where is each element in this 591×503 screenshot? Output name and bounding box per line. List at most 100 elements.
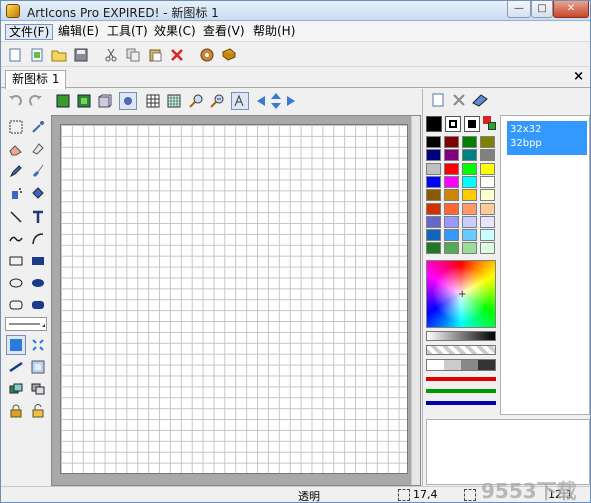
red-channel-slider[interactable] xyxy=(426,377,496,381)
zoom-out-icon[interactable] xyxy=(208,92,226,110)
palette-swatch[interactable] xyxy=(444,175,459,188)
book-icon[interactable] xyxy=(220,46,238,64)
palette-swatch[interactable] xyxy=(480,136,495,148)
palette-swatch[interactable] xyxy=(462,162,477,175)
layer-green-icon[interactable] xyxy=(54,92,72,110)
text-aa-icon[interactable] xyxy=(231,92,249,110)
save-icon[interactable] xyxy=(72,46,90,64)
palette-swatch[interactable] xyxy=(480,149,495,162)
new-icon[interactable] xyxy=(6,46,24,64)
text-tool-icon[interactable] xyxy=(28,207,48,227)
palette-swatch[interactable] xyxy=(462,242,477,255)
palette-swatch[interactable] xyxy=(462,202,477,215)
arc-tool-icon[interactable] xyxy=(28,229,48,249)
new-icon-2[interactable] xyxy=(28,46,46,64)
color-fill-mode-icon[interactable] xyxy=(6,335,26,355)
pattern-swatch-row[interactable] xyxy=(426,359,496,371)
palette-swatch[interactable] xyxy=(462,229,477,242)
cut-icon[interactable] xyxy=(102,46,120,64)
eraser-2-icon[interactable] xyxy=(28,139,48,159)
brush-icon[interactable] xyxy=(28,161,48,181)
palette-swatch[interactable] xyxy=(480,175,495,188)
line-style-icon[interactable] xyxy=(6,357,26,377)
transparent-color-swatch[interactable] xyxy=(445,116,461,132)
menu-file[interactable]: 文件(F) xyxy=(5,24,54,40)
delete-format-icon[interactable] xyxy=(450,91,468,109)
menu-help[interactable]: 帮助(H) xyxy=(250,24,298,40)
palette-swatch[interactable] xyxy=(426,162,441,175)
palette-swatch[interactable] xyxy=(444,202,459,215)
layer-box-icon[interactable] xyxy=(96,92,114,110)
eyedropper-icon[interactable] xyxy=(28,117,48,137)
line-width-selector[interactable] xyxy=(5,317,47,331)
rounded-rect-outline-icon[interactable] xyxy=(6,295,26,315)
layer-green-2-icon[interactable] xyxy=(75,92,93,110)
vertical-scrollbar[interactable] xyxy=(411,116,420,485)
pencil-icon[interactable] xyxy=(6,161,26,181)
ellipse-filled-icon[interactable] xyxy=(28,273,48,293)
palette-swatch[interactable] xyxy=(480,202,495,215)
palette-swatch[interactable] xyxy=(444,242,459,255)
tab-new-icon-1[interactable]: 新图标 1 xyxy=(5,70,67,89)
rect-filled-icon[interactable] xyxy=(28,251,48,271)
menu-tools[interactable]: 工具(T) xyxy=(104,24,151,40)
spray-icon[interactable] xyxy=(6,183,26,203)
menu-edit[interactable]: 编辑(E) xyxy=(55,24,102,40)
palette-swatch[interactable] xyxy=(480,162,495,175)
zoom-in-icon[interactable] xyxy=(187,92,205,110)
palette-swatch[interactable] xyxy=(444,136,459,148)
new-image-format-icon[interactable] xyxy=(429,91,447,109)
rect-select-icon[interactable] xyxy=(6,117,26,137)
palette-swatch[interactable] xyxy=(480,229,495,242)
palette-swatch[interactable] xyxy=(426,215,441,228)
curve-tool-icon[interactable] xyxy=(6,229,26,249)
palette-swatch[interactable] xyxy=(444,162,459,175)
eraser-icon[interactable] xyxy=(6,139,26,159)
undo-icon[interactable] xyxy=(6,92,24,110)
palette-swatch[interactable] xyxy=(480,215,495,228)
select-all-icon[interactable] xyxy=(119,92,137,110)
minimize-button[interactable]: — xyxy=(507,1,531,18)
blue-channel-slider[interactable] xyxy=(426,401,496,405)
move-cross-icon[interactable] xyxy=(28,335,48,355)
color-picker-wheel[interactable]: + xyxy=(426,260,496,328)
brightness-slider[interactable] xyxy=(426,331,496,341)
wizard-icon[interactable] xyxy=(198,46,216,64)
palette-swatch[interactable] xyxy=(462,175,477,188)
palette-swatch[interactable] xyxy=(462,215,477,228)
opacity-slider[interactable] xyxy=(426,345,496,355)
rect-outline-icon[interactable] xyxy=(6,251,26,271)
open-folder-icon[interactable] xyxy=(50,46,68,64)
paste-icon[interactable] xyxy=(146,46,164,64)
line-tool-icon[interactable] xyxy=(6,207,26,227)
palette-swatch[interactable] xyxy=(426,202,441,215)
inverse-color-swatch[interactable] xyxy=(464,116,480,132)
close-tab-icon[interactable]: × xyxy=(573,69,584,84)
lock-icon[interactable] xyxy=(6,401,26,421)
delete-icon[interactable] xyxy=(168,46,186,64)
palette-swatch[interactable] xyxy=(462,149,477,162)
palette-swatch[interactable] xyxy=(426,229,441,242)
palette-swatch[interactable] xyxy=(444,215,459,228)
layers-icon[interactable] xyxy=(6,379,26,399)
ellipse-outline-icon[interactable] xyxy=(6,273,26,293)
palette-swatch[interactable] xyxy=(426,149,441,162)
copy-icon[interactable] xyxy=(124,46,142,64)
clear-eraser-icon[interactable] xyxy=(471,91,489,109)
rounded-rect-filled-icon[interactable] xyxy=(28,295,48,315)
palette-swatch[interactable] xyxy=(444,229,459,242)
arrow-right-icon[interactable] xyxy=(282,92,300,110)
swap-colors-icon[interactable] xyxy=(483,116,497,132)
palette-swatch[interactable] xyxy=(426,136,441,148)
pixel-grid-canvas[interactable] xyxy=(60,124,408,474)
redo-icon[interactable] xyxy=(27,92,45,110)
green-channel-slider[interactable] xyxy=(426,389,496,393)
menu-effects[interactable]: 效果(C) xyxy=(151,24,199,40)
palette-swatch[interactable] xyxy=(426,242,441,255)
palette-swatch[interactable] xyxy=(426,175,441,188)
primary-color-swatch[interactable] xyxy=(426,116,442,132)
palette-swatch[interactable] xyxy=(462,189,477,202)
palette-swatch[interactable] xyxy=(480,189,495,202)
fill-bucket-icon[interactable] xyxy=(28,183,48,203)
grid-2-icon[interactable] xyxy=(165,92,183,110)
